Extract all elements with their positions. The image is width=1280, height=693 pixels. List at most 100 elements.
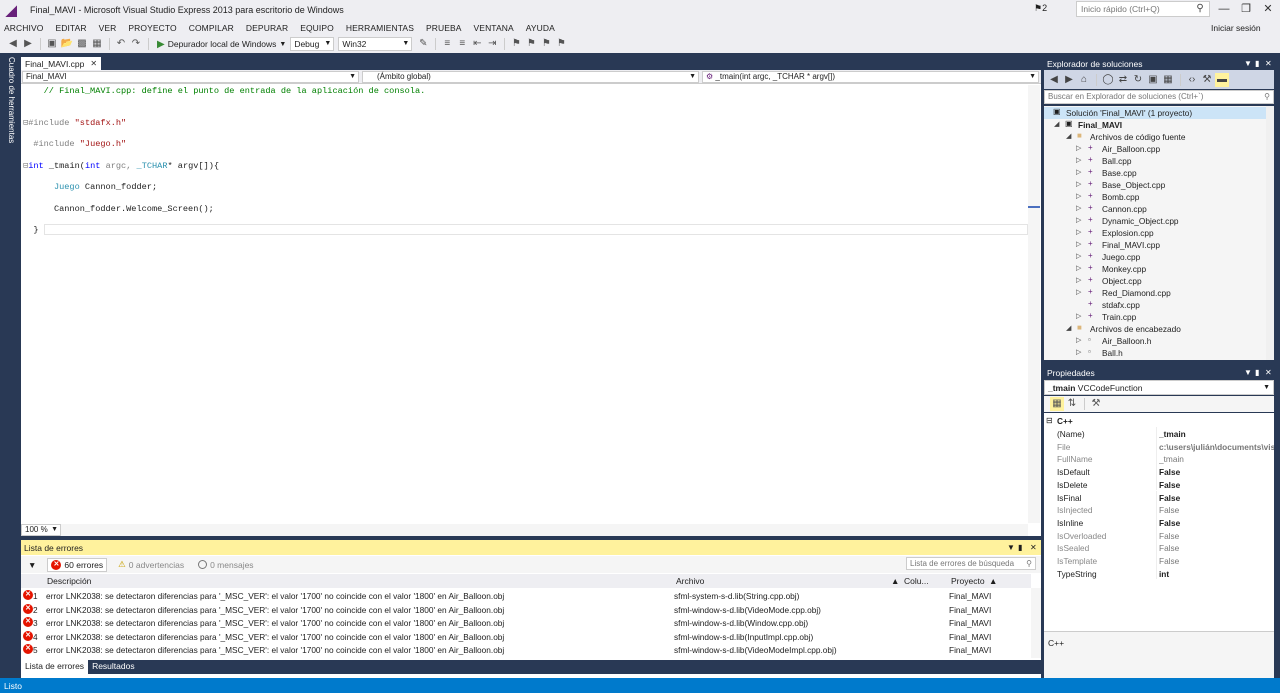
back-icon[interactable]: ◀ bbox=[1047, 73, 1061, 87]
column-description[interactable]: Descripción bbox=[47, 576, 91, 586]
project-nav-select[interactable]: Final_MAVI ▼ bbox=[22, 71, 359, 83]
save-icon[interactable]: ▩ bbox=[75, 37, 89, 51]
zoom-select[interactable]: 100 % ▼ bbox=[21, 524, 61, 536]
pending-changes-icon[interactable]: ◯ bbox=[1101, 73, 1115, 87]
collapsed-arrow-icon[interactable]: ▷ bbox=[1076, 180, 1081, 188]
tree-file[interactable]: ▷ + Train.cpp bbox=[1044, 311, 1266, 323]
view-code-icon[interactable]: ‹› bbox=[1185, 73, 1199, 87]
clear-bookmarks-icon[interactable]: ⚑ bbox=[554, 37, 568, 51]
collapse-icon[interactable]: ⊟ bbox=[1046, 416, 1053, 425]
tree-file[interactable]: ▷ + Bomb.cpp bbox=[1044, 191, 1266, 203]
panel-menu-icon[interactable]: ▼ bbox=[1244, 59, 1252, 68]
column-project[interactable]: Proyecto bbox=[951, 576, 985, 586]
property-row[interactable]: IsDefault False bbox=[1044, 465, 1274, 478]
column-column[interactable]: Colu... bbox=[904, 576, 929, 586]
collapsed-arrow-icon[interactable]: ▷ bbox=[1076, 336, 1081, 344]
tree-file[interactable]: ▷ + Explosion.cpp bbox=[1044, 227, 1266, 239]
error-list-search-input[interactable]: Lista de errores de búsqueda ⚲ bbox=[906, 557, 1036, 570]
pin-icon[interactable]: ▮ bbox=[1255, 368, 1259, 377]
menu-archivo[interactable]: ARCHIVO bbox=[4, 23, 43, 33]
menu-editar[interactable]: EDITAR bbox=[55, 23, 86, 33]
pin-icon[interactable]: ▮ bbox=[1255, 59, 1259, 68]
platform-select[interactable]: Win32 ▼ bbox=[338, 37, 413, 51]
error-list-scrollbar[interactable] bbox=[1031, 588, 1041, 658]
tree-file[interactable]: ▷ + Base_Object.cpp bbox=[1044, 179, 1266, 191]
collapsed-arrow-icon[interactable]: ▷ bbox=[1076, 240, 1081, 248]
close-panel-icon[interactable]: ✕ bbox=[1265, 368, 1272, 377]
property-row[interactable]: IsSealed False bbox=[1044, 541, 1274, 554]
uncomment-icon[interactable]: ≡ bbox=[455, 37, 469, 51]
alphabetical-icon[interactable]: ⇅ bbox=[1065, 397, 1079, 411]
property-value[interactable]: _tmain bbox=[1159, 454, 1274, 464]
properties-icon[interactable]: ⚒ bbox=[1200, 73, 1214, 87]
property-row[interactable]: IsInline False bbox=[1044, 515, 1274, 529]
menu-compilar[interactable]: COMPILAR bbox=[189, 23, 234, 33]
column-file[interactable]: Archivo bbox=[676, 576, 704, 586]
quick-launch-input[interactable]: Inicio rápido (Ctrl+Q) ⚲ bbox=[1076, 1, 1210, 17]
expanded-arrow-icon[interactable]: ◢ bbox=[1066, 324, 1071, 332]
collapse-all-icon[interactable]: ▣ bbox=[1146, 73, 1160, 87]
error-row[interactable]: ✕ 4 error LNK2038: se detectaron diferen… bbox=[21, 630, 1031, 644]
property-row[interactable]: IsFinal False bbox=[1044, 490, 1274, 504]
collapsed-arrow-icon[interactable]: ▷ bbox=[1076, 168, 1081, 176]
menu-depurar[interactable]: DEPURAR bbox=[246, 23, 288, 33]
bookmark-icon[interactable]: ⚑ bbox=[509, 37, 523, 51]
tree-file[interactable]: ▷ + Final_MAVI.cpp bbox=[1044, 239, 1266, 251]
restore-button[interactable]: ❐ bbox=[1234, 0, 1258, 18]
tree-file[interactable]: ▷ + Juego.cpp bbox=[1044, 251, 1266, 263]
tree-file[interactable]: ▷ + Red_Diamond.cpp bbox=[1044, 287, 1266, 299]
configuration-select[interactable]: Debug ▼ bbox=[290, 37, 335, 51]
properties-object-select[interactable]: _tmain VCCodeFunction ▼ bbox=[1044, 380, 1274, 395]
code-text[interactable]: // Final_MAVI.cpp: define el punto de en… bbox=[23, 86, 1028, 516]
errors-filter-button[interactable]: ✕ 60 errores bbox=[47, 557, 108, 572]
document-tab-final-mavi[interactable]: Final_MAVI.cpp ✕ bbox=[21, 57, 102, 70]
sync-icon[interactable]: ⇄ bbox=[1116, 73, 1130, 87]
property-value[interactable]: False bbox=[1159, 556, 1274, 566]
filter-icon[interactable]: ▼ bbox=[25, 559, 39, 571]
warnings-filter-button[interactable]: ⚠ 0 advertencias bbox=[115, 558, 187, 571]
save-all-icon[interactable]: ▦ bbox=[90, 37, 104, 51]
close-panel-icon[interactable]: ✕ bbox=[1030, 543, 1037, 552]
scope-nav-select[interactable]: (Ámbito global) ▼ bbox=[362, 71, 699, 83]
error-row[interactable]: ✕ 5 error LNK2038: se detectaron diferen… bbox=[21, 643, 1031, 657]
menu-herramientas[interactable]: HERRAMIENTAS bbox=[346, 23, 414, 33]
tree-project[interactable]: ◢ ▣ Final_MAVI bbox=[1044, 119, 1266, 131]
menu-equipo[interactable]: EQUIPO bbox=[300, 23, 334, 33]
comment-icon[interactable]: ≡ bbox=[440, 37, 454, 51]
menu-ayuda[interactable]: AYUDA bbox=[526, 23, 555, 33]
tree-file[interactable]: ▷ + Object.cpp bbox=[1044, 275, 1266, 287]
property-value[interactable]: False bbox=[1159, 480, 1274, 490]
categorized-icon[interactable]: ▦ bbox=[1050, 397, 1064, 411]
tree-file[interactable]: ▷ ▫ Ball.h bbox=[1044, 347, 1266, 359]
close-window-button[interactable]: ✕ bbox=[1256, 0, 1280, 18]
property-value[interactable]: False bbox=[1159, 543, 1274, 553]
minimize-button[interactable]: — bbox=[1212, 0, 1236, 18]
tree-folder[interactable]: ◢ ■ Archivos de código fuente bbox=[1044, 131, 1266, 143]
sign-in-link[interactable]: Iniciar sesión bbox=[1211, 23, 1261, 33]
property-row[interactable]: TypeString int bbox=[1044, 566, 1274, 580]
collapsed-arrow-icon[interactable]: ▷ bbox=[1076, 312, 1081, 320]
pin-icon[interactable]: ▮ bbox=[1018, 543, 1022, 552]
tab-error-list[interactable]: Lista de errores bbox=[21, 660, 89, 674]
tree-solution[interactable]: ▣ Solución 'Final_MAVI' (1 proyecto) bbox=[1044, 107, 1266, 119]
member-nav-select[interactable]: ⚙ _tmain(int argc, _TCHAR * argv[]) ▼ bbox=[702, 71, 1039, 83]
collapsed-arrow-icon[interactable]: ▷ bbox=[1076, 192, 1081, 200]
tree-file[interactable]: ▷ + Base.cpp bbox=[1044, 167, 1266, 179]
tab-output[interactable]: Resultados bbox=[88, 660, 139, 674]
open-file-icon[interactable]: 📂 bbox=[60, 37, 74, 51]
tree-file[interactable]: + stdafx.cpp bbox=[1044, 299, 1266, 311]
toolbox-tab[interactable]: Cuadro de herramientas bbox=[4, 57, 16, 147]
property-row[interactable]: IsDelete False bbox=[1044, 477, 1274, 491]
forward-icon[interactable]: ▶ bbox=[21, 37, 35, 51]
error-row[interactable]: ✕ 3 error LNK2038: se detectaron diferen… bbox=[21, 616, 1031, 630]
editor-vertical-scrollbar[interactable] bbox=[1028, 85, 1040, 523]
collapsed-arrow-icon[interactable]: ▷ bbox=[1076, 288, 1081, 296]
start-debugging-button[interactable]: ▶ Depurador local de Windows ▼ bbox=[157, 39, 286, 50]
property-value[interactable]: False bbox=[1159, 467, 1274, 477]
editor-horizontal-scrollbar[interactable] bbox=[61, 524, 1028, 536]
prev-bookmark-icon[interactable]: ⚑ bbox=[524, 37, 538, 51]
collapsed-arrow-icon[interactable]: ▷ bbox=[1076, 348, 1081, 356]
collapsed-arrow-icon[interactable]: ▷ bbox=[1076, 156, 1081, 164]
tree-file[interactable]: ▷ + Dynamic_Object.cpp bbox=[1044, 215, 1266, 227]
next-bookmark-icon[interactable]: ⚑ bbox=[539, 37, 553, 51]
